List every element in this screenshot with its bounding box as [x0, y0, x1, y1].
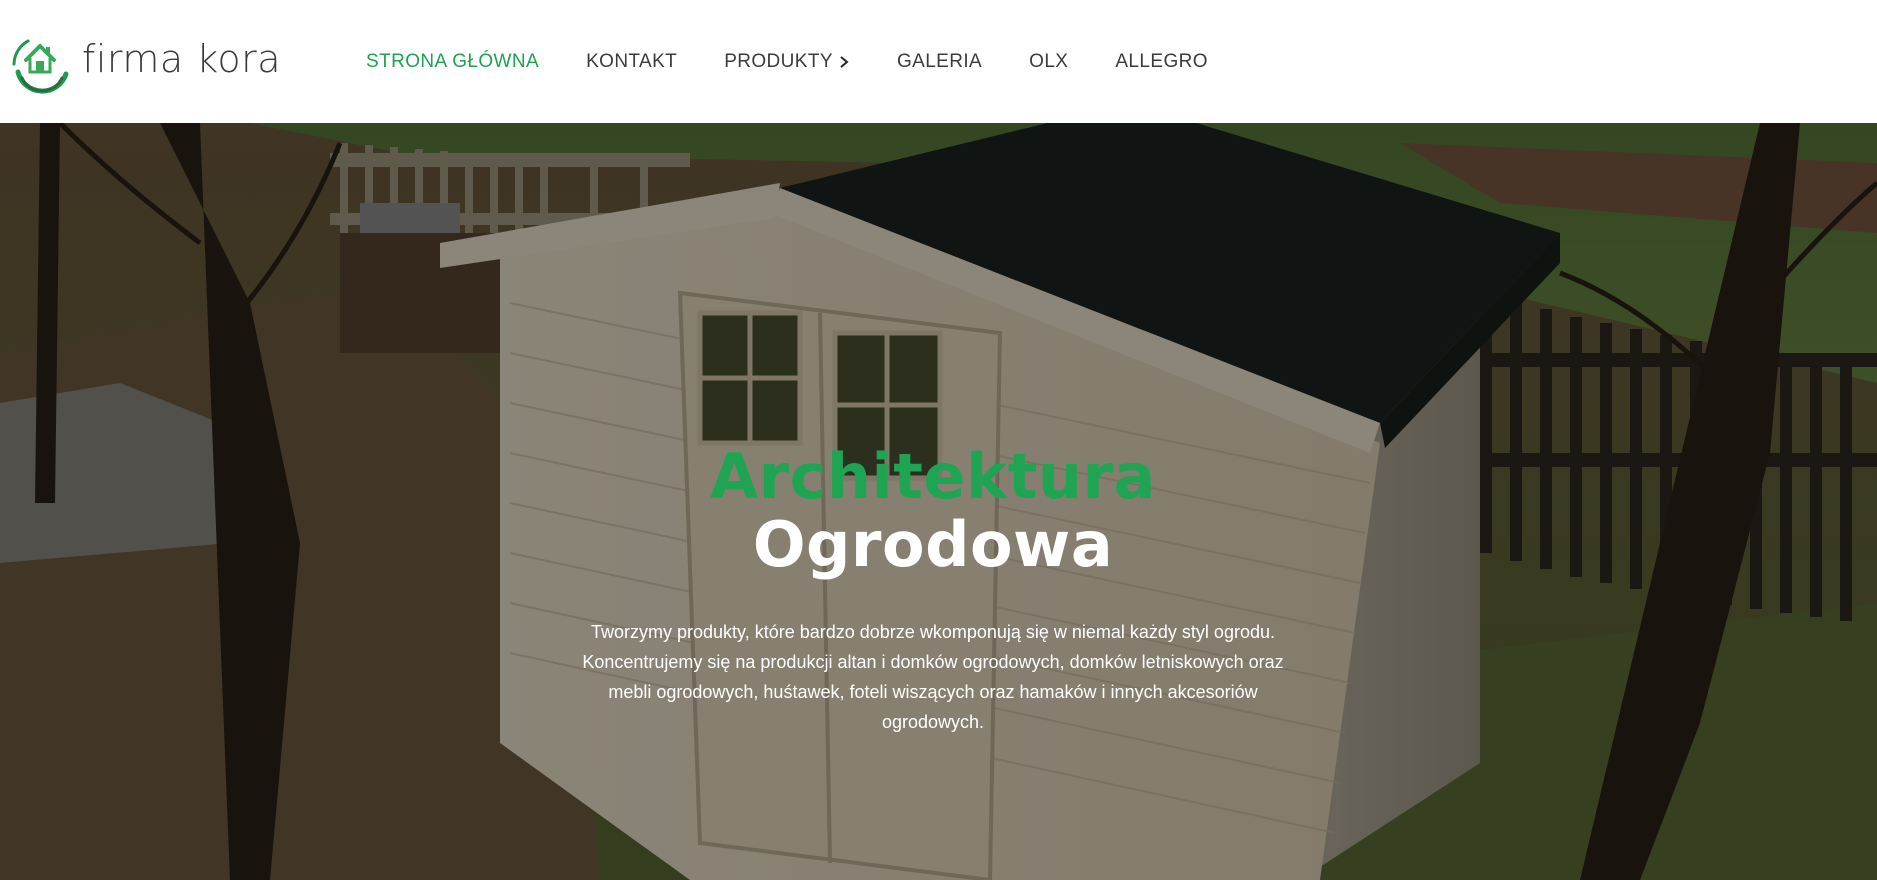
- site-header: firma kora STRONA GŁÓWNA KONTAKT PRODUKT…: [0, 0, 1877, 123]
- brand-logo-link[interactable]: firma kora: [8, 30, 281, 94]
- nav-item-label: PRODUKTY: [724, 50, 833, 72]
- main-navigation: STRONA GŁÓWNA KONTAKT PRODUKTY GALERIA O…: [366, 0, 1255, 123]
- hero-title-accent: Architektura: [710, 440, 1156, 513]
- nav-item-label: KONTAKT: [586, 50, 678, 72]
- nav-item-label: OLX: [1029, 50, 1069, 72]
- hero-section: Architektura Ogrodowa Tworzymy produkty,…: [0, 123, 1877, 880]
- nav-item-allegro[interactable]: ALLEGRO: [1115, 51, 1208, 73]
- hero-title-main: Ogrodowa: [752, 508, 1114, 581]
- nav-item-olx[interactable]: OLX: [1029, 51, 1068, 73]
- nav-item-kontakt[interactable]: KONTAKT: [586, 51, 677, 73]
- brand-name: firma kora: [82, 37, 282, 81]
- hero-description: Tworzymy produkty, które bardzo dobrze w…: [582, 622, 1284, 732]
- hero-content: Architektura Ogrodowa Tworzymy produkty,…: [538, 443, 1328, 737]
- nav-item-produkty[interactable]: PRODUKTY: [724, 51, 850, 73]
- nav-item-galeria[interactable]: GALERIA: [897, 51, 982, 73]
- chevron-right-icon: [840, 55, 849, 68]
- nav-item-strona-glowna[interactable]: STRONA GŁÓWNA: [366, 51, 539, 73]
- house-icon: [12, 39, 69, 94]
- nav-item-label: ALLEGRO: [1115, 50, 1208, 72]
- nav-item-label: GALERIA: [896, 50, 983, 72]
- nav-item-label: STRONA GŁÓWNA: [366, 50, 540, 72]
